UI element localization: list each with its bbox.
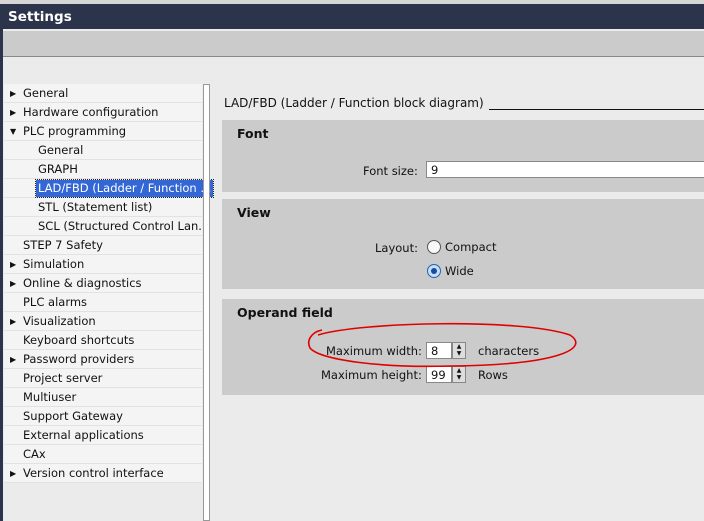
red-annotation-ellipse bbox=[307, 322, 577, 368]
